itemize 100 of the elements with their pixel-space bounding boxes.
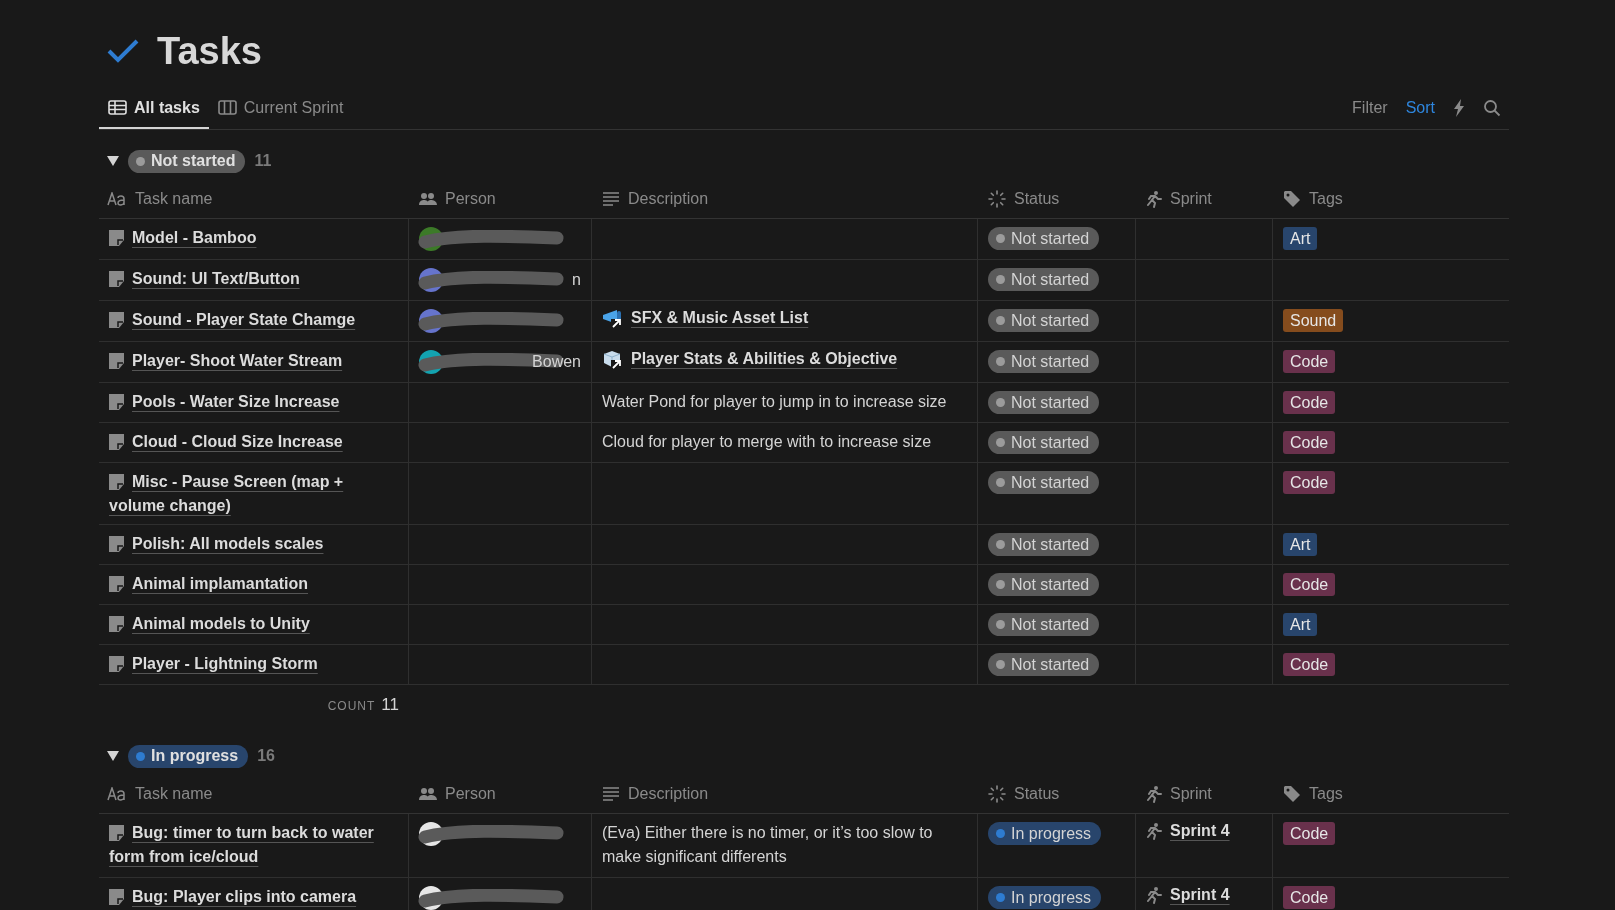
column-header[interactable]: Tags <box>1273 180 1509 219</box>
tag: Code <box>1283 471 1336 494</box>
person-name-fragment: Bowen <box>532 353 581 371</box>
page-icon <box>109 312 124 328</box>
group-count: 16 <box>257 747 275 765</box>
status-pill[interactable]: Not started <box>988 268 1100 291</box>
group-count: 11 <box>254 152 272 170</box>
checkmark-icon <box>107 38 139 64</box>
toolbar-button[interactable]: Filter <box>1352 99 1388 117</box>
megaphone-icon <box>602 309 624 329</box>
runner-icon <box>1146 785 1162 803</box>
status-pill[interactable]: In progress <box>988 886 1102 909</box>
task-name-link[interactable]: Pools - Water Size Increase <box>109 390 398 414</box>
sprint-link[interactable]: Sprint 4 <box>1170 822 1230 840</box>
tag: Art <box>1283 227 1318 250</box>
status-pill[interactable]: Not started <box>988 227 1100 250</box>
tag: Art <box>1283 613 1318 636</box>
column-header[interactable]: Description <box>592 180 978 219</box>
people-icon <box>419 192 437 206</box>
page-icon <box>109 889 124 905</box>
status-pill[interactable]: Not started <box>988 573 1100 596</box>
column-header[interactable]: Person <box>409 775 592 814</box>
page-icon <box>109 536 124 552</box>
person-name-fragment: n <box>572 271 581 289</box>
lightning-icon[interactable] <box>1453 99 1465 117</box>
column-header[interactable]: Description <box>592 775 978 814</box>
view-tab[interactable]: All tasks <box>99 97 209 129</box>
page-icon <box>109 230 124 246</box>
runner-icon <box>1146 190 1162 208</box>
spinner-icon <box>988 190 1006 208</box>
task-name-link[interactable]: Bug: timer to turn back to water form from ice/cloud <box>109 821 398 869</box>
search-icon[interactable] <box>1483 99 1501 117</box>
tag: Code <box>1283 653 1336 676</box>
column-header[interactable]: Tags <box>1273 775 1509 814</box>
tag: Code <box>1283 391 1336 414</box>
page-link[interactable]: SFX & Music Asset List <box>631 309 809 327</box>
tag-icon <box>1283 190 1301 208</box>
spinner-icon <box>988 785 1006 803</box>
column-header[interactable]: Person <box>409 180 592 219</box>
task-name-link[interactable]: Sound: UI Text/Button <box>109 267 398 291</box>
toggle-triangle-icon[interactable] <box>107 156 119 166</box>
tag: Sound <box>1283 309 1344 332</box>
column-header[interactable]: Status <box>978 180 1136 219</box>
tag: Code <box>1283 822 1336 845</box>
task-name-link[interactable]: Misc - Pause Screen (map + volume change) <box>109 470 398 518</box>
page-link[interactable]: Player Stats & Abilities & Objective <box>631 350 898 368</box>
task-name-link[interactable]: Animal implamantation <box>109 572 398 596</box>
tag-icon <box>1283 785 1301 803</box>
status-group-label: In progress <box>128 744 249 768</box>
page-icon <box>109 616 124 632</box>
runner-icon <box>1146 886 1162 904</box>
tag: Code <box>1283 886 1336 909</box>
status-pill[interactable]: Not started <box>988 653 1100 676</box>
task-name-link[interactable]: Sound - Player State Chamge <box>109 308 398 332</box>
page-icon <box>109 434 124 450</box>
task-name-link[interactable]: Player- Shoot Water Stream <box>109 349 398 373</box>
column-header[interactable]: Sprint <box>1136 775 1273 814</box>
task-name-link[interactable]: Model - Bamboo <box>109 226 398 250</box>
tag: Code <box>1283 350 1336 373</box>
sprint-link[interactable]: Sprint 4 <box>1170 886 1230 904</box>
column-header[interactable]: Sprint <box>1136 180 1273 219</box>
count-value: 11 <box>381 695 399 715</box>
column-header[interactable]: Task name <box>99 180 409 219</box>
lines-icon <box>602 787 620 801</box>
task-name-link[interactable]: Animal models to Unity <box>109 612 398 636</box>
page-icon <box>109 474 124 490</box>
tag: Code <box>1283 573 1336 596</box>
column-header[interactable]: Task name <box>99 775 409 814</box>
text-type-icon <box>107 787 127 801</box>
column-header[interactable]: Status <box>978 775 1136 814</box>
page-title: Tasks <box>157 29 262 73</box>
task-name-link[interactable]: Player - Lightning Storm <box>109 652 398 676</box>
description-text: (Eva) Either there is no timer, or it’s too slow to make significant differents <box>602 823 934 867</box>
page-icon <box>109 576 124 592</box>
lines-icon <box>602 192 620 206</box>
toggle-triangle-icon[interactable] <box>107 751 119 761</box>
count-label: COUNT <box>327 699 376 713</box>
status-pill[interactable]: Not started <box>988 309 1100 332</box>
status-pill[interactable]: Not started <box>988 533 1100 556</box>
runner-icon <box>1146 822 1162 840</box>
people-icon <box>419 787 437 801</box>
status-pill[interactable]: Not started <box>988 350 1100 373</box>
task-name-link[interactable]: Cloud - Cloud Size Increase <box>109 430 398 454</box>
view-tab[interactable]: Current Sprint <box>208 97 353 129</box>
toolbar-button[interactable]: Sort <box>1405 99 1435 117</box>
status-pill[interactable]: Not started <box>988 613 1100 636</box>
status-pill[interactable]: In progress <box>988 822 1102 845</box>
board-icon <box>217 100 237 115</box>
tag: Art <box>1283 533 1318 556</box>
status-pill[interactable]: Not started <box>988 431 1100 454</box>
table-icon <box>108 100 127 115</box>
status-pill[interactable]: Not started <box>988 471 1100 494</box>
page-icon <box>109 394 124 410</box>
page-icon <box>109 825 124 841</box>
page-icon <box>109 656 124 672</box>
task-name-link[interactable]: Bug: Player clips into camera <box>109 885 398 909</box>
tag: Code <box>1283 431 1336 454</box>
page-icon <box>109 353 124 369</box>
task-name-link[interactable]: Polish: All models scales <box>109 532 398 556</box>
status-pill[interactable]: Not started <box>988 391 1100 414</box>
